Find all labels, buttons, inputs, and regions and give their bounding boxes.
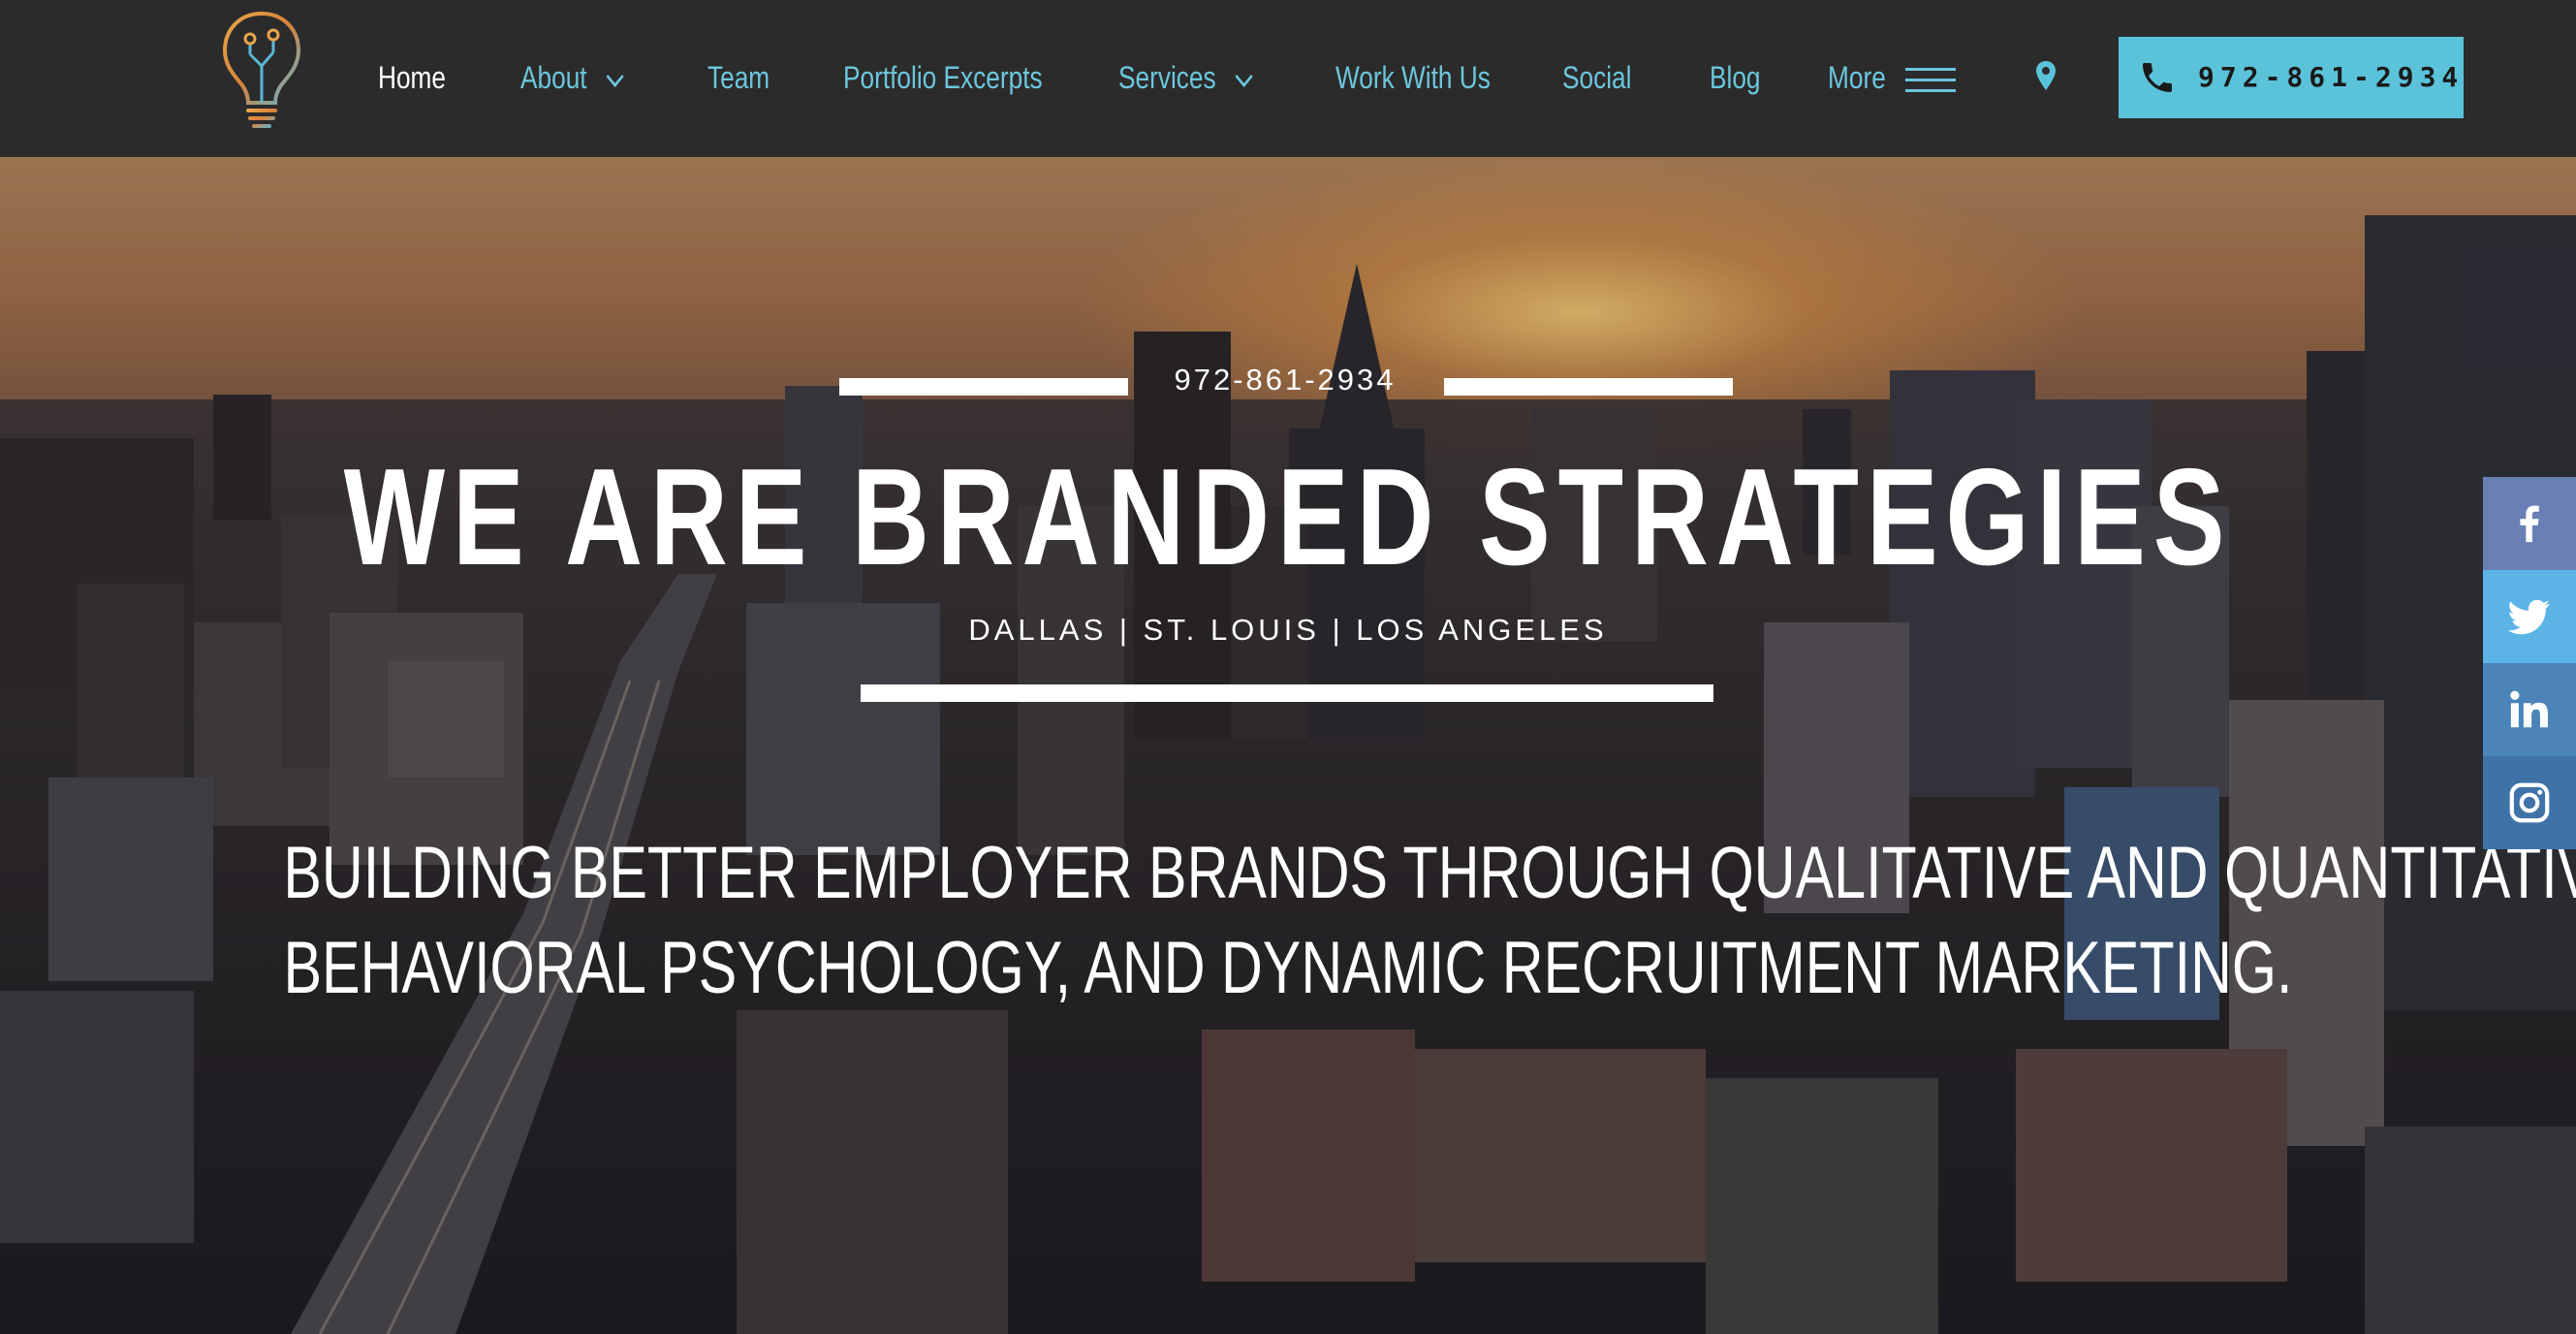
phone-icon [2143, 63, 2172, 92]
linkedin-icon [2510, 690, 2548, 728]
map-pin-icon[interactable] [2035, 60, 2057, 91]
hero-divider-bottom [861, 684, 1713, 702]
social-share-bar [2483, 477, 2576, 849]
nav-item-about[interactable]: About [520, 54, 624, 101]
nav-item-label: More [1828, 60, 1886, 95]
hero-tagline-line: BUILDING BETTER EMPLOYER BRANDS THROUGH … [283, 832, 2576, 914]
nav-item-social[interactable]: Social [1562, 54, 1631, 101]
hero-title: WE ARE BRANDED STRATEGIES [343, 440, 2233, 594]
hero-tagline-line: BEHAVIORAL PSYCHOLOGY, AND DYNAMIC RECRU… [283, 927, 2293, 1009]
facebook-icon [2520, 505, 2539, 543]
nav-item-label: Social [1562, 60, 1632, 95]
hamburger-menu-icon[interactable] [1905, 66, 1956, 95]
nav-item-team[interactable]: Team [707, 54, 770, 101]
hero-section: 972-861-2934 WE ARE BRANDED STRATEGIES D… [0, 157, 2576, 1334]
nav-item-label: Home [378, 60, 446, 95]
nav-item-work-with-us[interactable]: Work With Us [1335, 54, 1491, 101]
nav-item-blog[interactable]: Blog [1710, 54, 1761, 101]
linkedin-button[interactable] [2483, 663, 2576, 756]
lightbulb-logo-icon[interactable] [221, 10, 302, 136]
nav-item-label: Services [1118, 60, 1216, 95]
hero-divider-right [1444, 378, 1733, 396]
hero-tagline: BUILDING BETTER EMPLOYER BRANDS THROUGH … [283, 826, 2576, 1016]
nav-item-portfolio-excerpts[interactable]: Portfolio Excerpts [843, 54, 1043, 101]
chevron-down-icon [1235, 74, 1253, 87]
site-header: Home About Team Portfolio Excerpts Servi… [0, 0, 2576, 157]
twitter-icon [2507, 599, 2551, 635]
nav-item-label: About [520, 60, 587, 95]
nav-item-label: Portfolio Excerpts [843, 60, 1043, 95]
chevron-down-icon [606, 74, 624, 87]
instagram-button[interactable] [2483, 756, 2576, 849]
hero-phone-number[interactable]: 972-861-2934 [1140, 363, 1430, 397]
hero-overlay [0, 157, 2576, 1334]
nav-item-more[interactable]: More [1828, 54, 1886, 101]
instagram-icon [2509, 782, 2550, 823]
nav-item-label: Work With Us [1335, 60, 1491, 95]
hero-divider-left [839, 378, 1128, 396]
phone-button[interactable]: 972-861-2934 [2119, 37, 2464, 118]
nav-item-services[interactable]: Services [1118, 54, 1253, 101]
nav-item-label: Team [707, 60, 770, 95]
twitter-button[interactable] [2483, 570, 2576, 663]
phone-button-label: 972-861-2934 [2198, 61, 2465, 93]
nav-item-home[interactable]: Home [378, 54, 446, 101]
facebook-button[interactable] [2483, 477, 2576, 570]
hero-locations: DALLAS | ST. LOUIS | LOS ANGELES [968, 613, 1608, 647]
nav-item-label: Blog [1710, 60, 1761, 95]
